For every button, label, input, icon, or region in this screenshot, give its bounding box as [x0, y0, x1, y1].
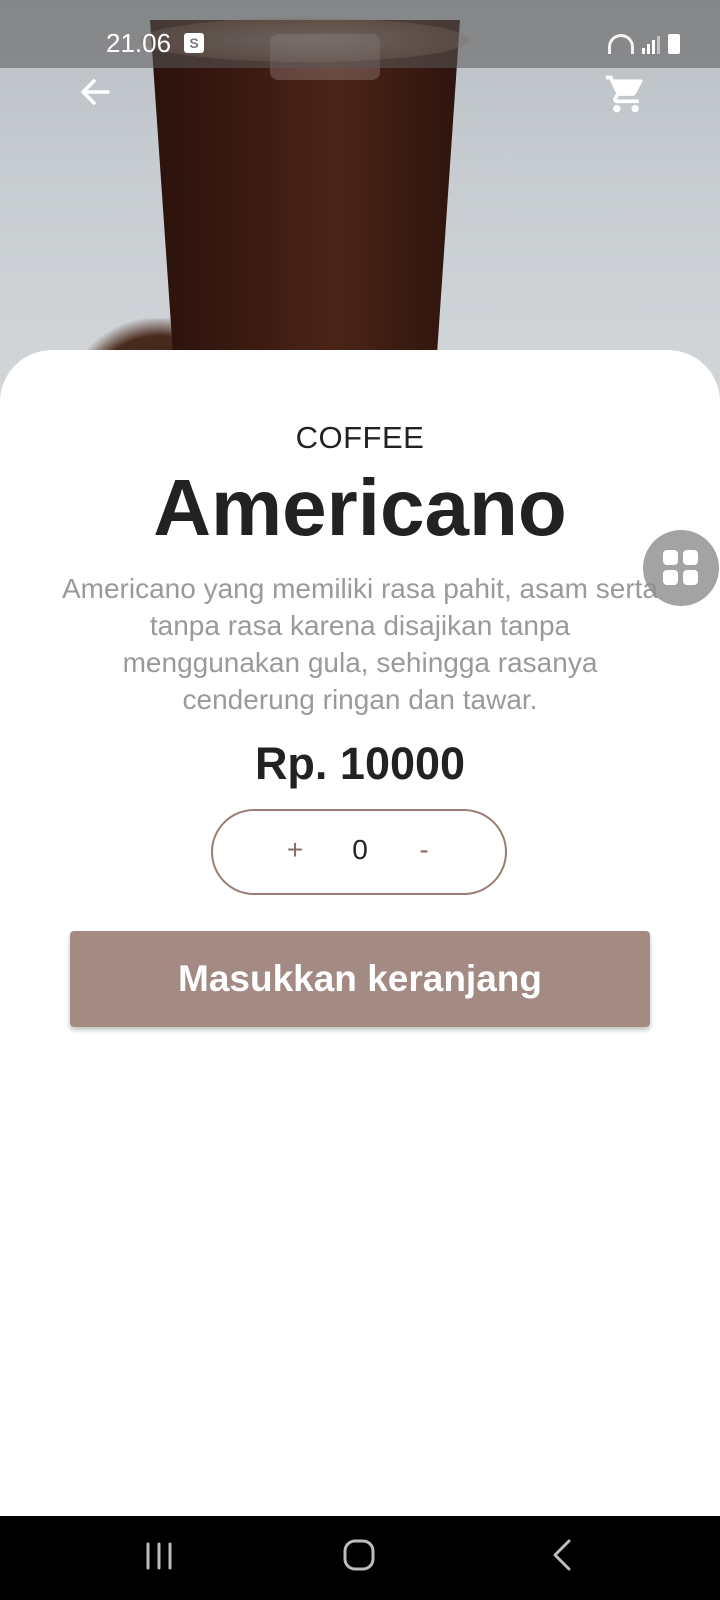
battery-icon [668, 34, 680, 54]
product-title: Americano [153, 463, 567, 552]
back-chevron-icon [553, 1539, 571, 1571]
floating-assistive-button[interactable] [643, 530, 719, 606]
quantity-decrement-button[interactable]: - [412, 834, 436, 866]
shopping-cart-icon [605, 75, 643, 113]
cart-button[interactable] [604, 72, 648, 116]
wifi-icon [608, 34, 634, 54]
quantity-value: 0 [352, 834, 368, 865]
product-price: Rp. 10000 [254, 738, 466, 789]
back-button[interactable] [76, 72, 116, 112]
home-icon [343, 1539, 375, 1571]
home-button[interactable] [342, 1538, 376, 1572]
add-to-cart-button[interactable]: Masukkan keranjang [70, 931, 650, 1027]
shopping-bag-icon: S [184, 33, 204, 53]
status-icons [608, 32, 680, 54]
arrow-left-icon [81, 79, 110, 105]
nav-back-button[interactable] [550, 1538, 574, 1572]
product-category: COFFEE [295, 420, 425, 455]
recents-icon [146, 1542, 172, 1570]
apps-grid-icon [663, 550, 699, 586]
signal-icon [642, 34, 660, 54]
quantity-increment-button[interactable]: + [283, 834, 307, 866]
status-bar: 21.06 S [0, 0, 720, 68]
recents-button[interactable] [142, 1540, 176, 1572]
status-time: 21.06 [106, 28, 172, 58]
product-description: Americano yang memiliki rasa pahit, asam… [61, 573, 658, 715]
